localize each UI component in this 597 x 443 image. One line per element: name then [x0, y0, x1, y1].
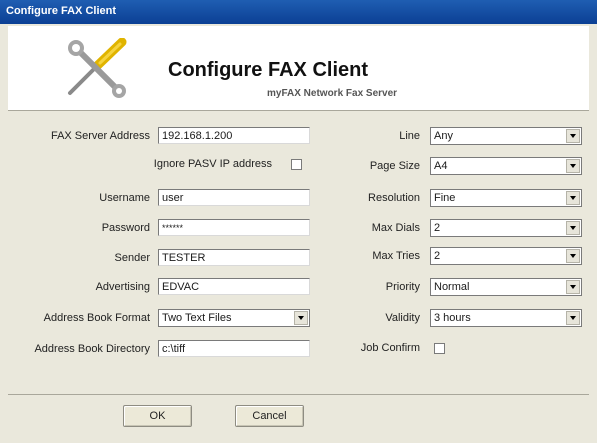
server-address-input[interactable]: 192.168.1.200 — [158, 127, 310, 144]
username-input[interactable]: user — [158, 189, 310, 206]
cancel-button[interactable]: Cancel — [235, 405, 304, 427]
page-size-value: A4 — [434, 160, 448, 172]
tools-icon — [68, 38, 127, 98]
ab-format-select[interactable]: Two Text Files — [158, 309, 310, 327]
chevron-down-icon[interactable] — [566, 191, 580, 205]
chevron-down-icon[interactable] — [566, 249, 580, 263]
dialog-subheading: myFAX Network Fax Server — [267, 88, 398, 99]
ignore-pasv-label: Ignore PASV IP address — [153, 158, 272, 170]
ab-format-value: Two Text Files — [162, 312, 232, 324]
title-bar: Configure FAX Client — [0, 0, 597, 24]
line-value: Any — [434, 130, 453, 142]
password-label: Password — [101, 222, 150, 234]
job-confirm-label: Job Confirm — [360, 342, 420, 354]
resolution-select[interactable]: Fine — [430, 189, 582, 207]
priority-select[interactable]: Normal — [430, 278, 582, 296]
page-size-select[interactable]: A4 — [430, 157, 582, 175]
job-confirm-checkbox[interactable] — [434, 343, 445, 354]
chevron-down-icon[interactable] — [566, 311, 580, 325]
advertising-label: Advertising — [95, 281, 150, 293]
advertising-input[interactable]: EDVAC — [158, 278, 310, 295]
max-dials-value: 2 — [434, 222, 441, 234]
max-dials-label: Max Dials — [371, 222, 420, 234]
line-select[interactable]: Any — [430, 127, 582, 145]
dialog-heading: Configure FAX Client — [168, 59, 368, 81]
chevron-down-icon[interactable] — [566, 159, 580, 173]
chevron-down-icon[interactable] — [566, 221, 580, 235]
ab-format-label: Address Book Format — [43, 312, 150, 324]
sender-input[interactable]: TESTER — [158, 249, 310, 266]
ab-directory-input[interactable]: c:\tiff — [158, 340, 310, 357]
validity-value: 3 hours — [434, 312, 471, 324]
chevron-down-icon[interactable] — [566, 129, 580, 143]
ab-directory-label: Address Book Directory — [34, 343, 150, 355]
max-dials-select[interactable]: 2 — [430, 219, 582, 237]
password-input[interactable]: ****** — [158, 219, 310, 236]
priority-label: Priority — [385, 281, 420, 293]
max-tries-label: Max Tries — [372, 250, 420, 262]
ignore-pasv-checkbox[interactable] — [291, 159, 302, 170]
max-tries-select[interactable]: 2 — [430, 247, 582, 265]
username-label: Username — [99, 192, 150, 204]
chevron-down-icon[interactable] — [294, 311, 308, 325]
sender-label: Sender — [114, 252, 150, 264]
resolution-label: Resolution — [368, 192, 420, 204]
priority-value: Normal — [434, 281, 470, 293]
validity-label: Validity — [385, 312, 420, 324]
validity-select[interactable]: 3 hours — [430, 309, 582, 327]
page-size-label: Page Size — [369, 160, 420, 172]
server-address-label: FAX Server Address — [50, 130, 150, 142]
chevron-down-icon[interactable] — [566, 280, 580, 294]
ok-button[interactable]: OK — [123, 405, 192, 427]
line-label: Line — [399, 130, 420, 142]
dialog-header: Configure FAX Client myFAX Network Fax S… — [8, 26, 589, 111]
resolution-value: Fine — [434, 192, 456, 204]
window-title: Configure FAX Client — [6, 5, 116, 17]
max-tries-value: 2 — [434, 250, 441, 262]
